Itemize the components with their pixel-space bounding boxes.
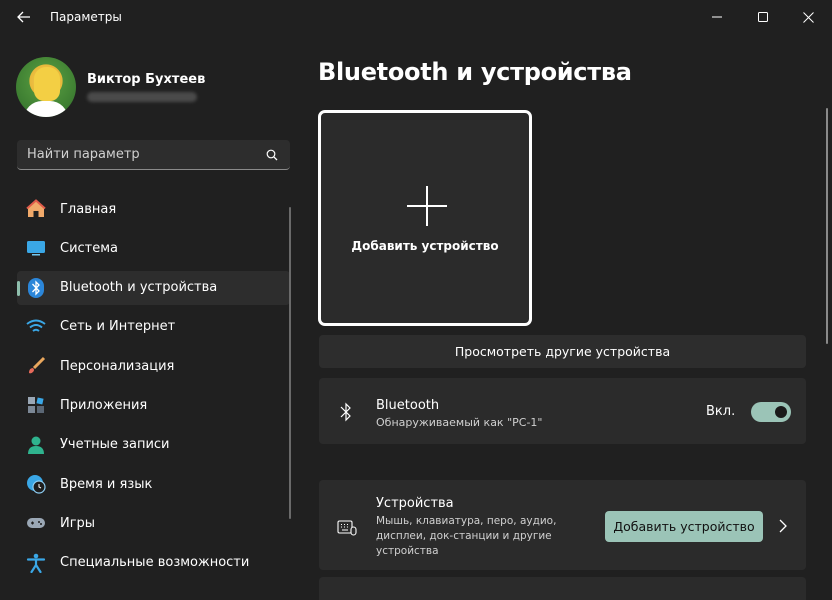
add-device-button[interactable]: Добавить устройство bbox=[605, 511, 763, 542]
toggle-knob bbox=[775, 406, 787, 418]
bluetooth-card: Bluetooth Обнаруживаемый как "PC-1" Вкл. bbox=[319, 378, 806, 444]
sidebar-item-label: Система bbox=[60, 240, 119, 256]
brush-icon bbox=[25, 355, 47, 377]
chevron-right-icon[interactable] bbox=[778, 519, 788, 533]
keyboard-mouse-icon bbox=[337, 520, 357, 536]
time-language-icon bbox=[25, 473, 47, 495]
add-device-tile[interactable]: Добавить устройство bbox=[318, 110, 532, 326]
apps-icon bbox=[25, 394, 47, 416]
close-button[interactable] bbox=[791, 5, 825, 29]
title-bar: Параметры bbox=[0, 0, 832, 34]
sidebar-item-accounts[interactable]: Учетные записи bbox=[17, 428, 290, 462]
sidebar-item-label: Игры bbox=[60, 515, 96, 531]
maximize-button[interactable] bbox=[746, 5, 780, 29]
main-scrollbar[interactable] bbox=[826, 108, 828, 344]
sidebar-item-label: Сеть и Интернет bbox=[60, 319, 176, 335]
minimize-button[interactable] bbox=[700, 5, 734, 29]
sidebar-item-home[interactable]: Главная bbox=[17, 192, 290, 226]
search-icon[interactable] bbox=[266, 149, 278, 161]
gamepad-icon bbox=[25, 512, 47, 534]
devices-title: Устройства bbox=[376, 496, 454, 511]
sidebar-item-apps[interactable]: Приложения bbox=[17, 388, 290, 422]
sidebar-item-label: Bluetooth и устройства bbox=[60, 280, 218, 296]
app-title: Параметры bbox=[50, 10, 122, 24]
close-icon bbox=[802, 11, 814, 23]
sidebar-item-label: Специальные возможности bbox=[60, 555, 250, 571]
arrow-left-icon bbox=[17, 11, 30, 23]
home-icon bbox=[25, 198, 47, 220]
sidebar-item-gaming[interactable]: Игры bbox=[17, 506, 290, 540]
devices-card[interactable]: Устройства Мышь, клавиатура, перо, аудио… bbox=[319, 480, 806, 570]
avatar-face bbox=[34, 67, 60, 101]
sidebar-item-personalization[interactable]: Персонализация bbox=[17, 349, 290, 383]
wifi-icon bbox=[25, 316, 47, 338]
avatar-shirt bbox=[24, 101, 68, 117]
add-device-tile-label: Добавить устройство bbox=[351, 239, 499, 253]
account-icon bbox=[25, 434, 47, 456]
devices-description: Мышь, клавиатура, перо, аудио, дисплеи, … bbox=[376, 515, 557, 557]
avatar[interactable] bbox=[16, 57, 76, 117]
view-more-devices-button[interactable]: Просмотреть другие устройства bbox=[319, 335, 806, 368]
search-input[interactable]: Найти параметр bbox=[17, 140, 290, 170]
sidebar-scrollbar[interactable] bbox=[289, 207, 291, 519]
user-name: Виктор Бухтеев bbox=[87, 72, 206, 87]
minimize-icon bbox=[712, 16, 722, 18]
bluetooth-toggle[interactable] bbox=[751, 402, 791, 422]
bluetooth-subtitle: Обнаруживаемый как "PC-1" bbox=[376, 416, 543, 429]
sidebar-item-bluetooth[interactable]: Bluetooth и устройства bbox=[17, 270, 290, 305]
sidebar-item-label: Главная bbox=[60, 201, 117, 217]
sidebar-item-label: Приложения bbox=[60, 397, 148, 413]
sidebar-item-label: Учетные записи bbox=[60, 437, 170, 453]
sidebar-item-label: Время и язык bbox=[60, 476, 153, 492]
sidebar-nav: Главная Система Bluetooth и устройства С… bbox=[17, 192, 290, 585]
sidebar-item-system[interactable]: Система bbox=[17, 231, 290, 265]
maximize-icon bbox=[758, 12, 768, 22]
sidebar-item-time-language[interactable]: Время и язык bbox=[17, 467, 290, 501]
user-email-blurred bbox=[87, 92, 197, 102]
bluetooth-state-label: Вкл. bbox=[706, 404, 736, 419]
bluetooth-title: Bluetooth bbox=[376, 398, 440, 413]
sidebar-item-label: Персонализация bbox=[60, 358, 175, 374]
page-title: Bluetooth и устройства bbox=[318, 58, 632, 86]
accessibility-icon bbox=[25, 552, 47, 574]
next-settings-card[interactable] bbox=[319, 577, 806, 600]
system-display-icon bbox=[25, 237, 47, 259]
sidebar-item-accessibility[interactable]: Специальные возможности bbox=[17, 546, 290, 580]
bluetooth-icon bbox=[25, 277, 47, 299]
bluetooth-icon bbox=[340, 402, 351, 422]
search-placeholder: Найти параметр bbox=[27, 147, 140, 162]
settings-window: Параметры Виктор Бухтеев Найти параметр bbox=[0, 0, 832, 600]
plus-icon bbox=[407, 186, 447, 226]
back-button[interactable] bbox=[12, 9, 36, 25]
sidebar-item-network[interactable]: Сеть и Интернет bbox=[17, 310, 290, 344]
